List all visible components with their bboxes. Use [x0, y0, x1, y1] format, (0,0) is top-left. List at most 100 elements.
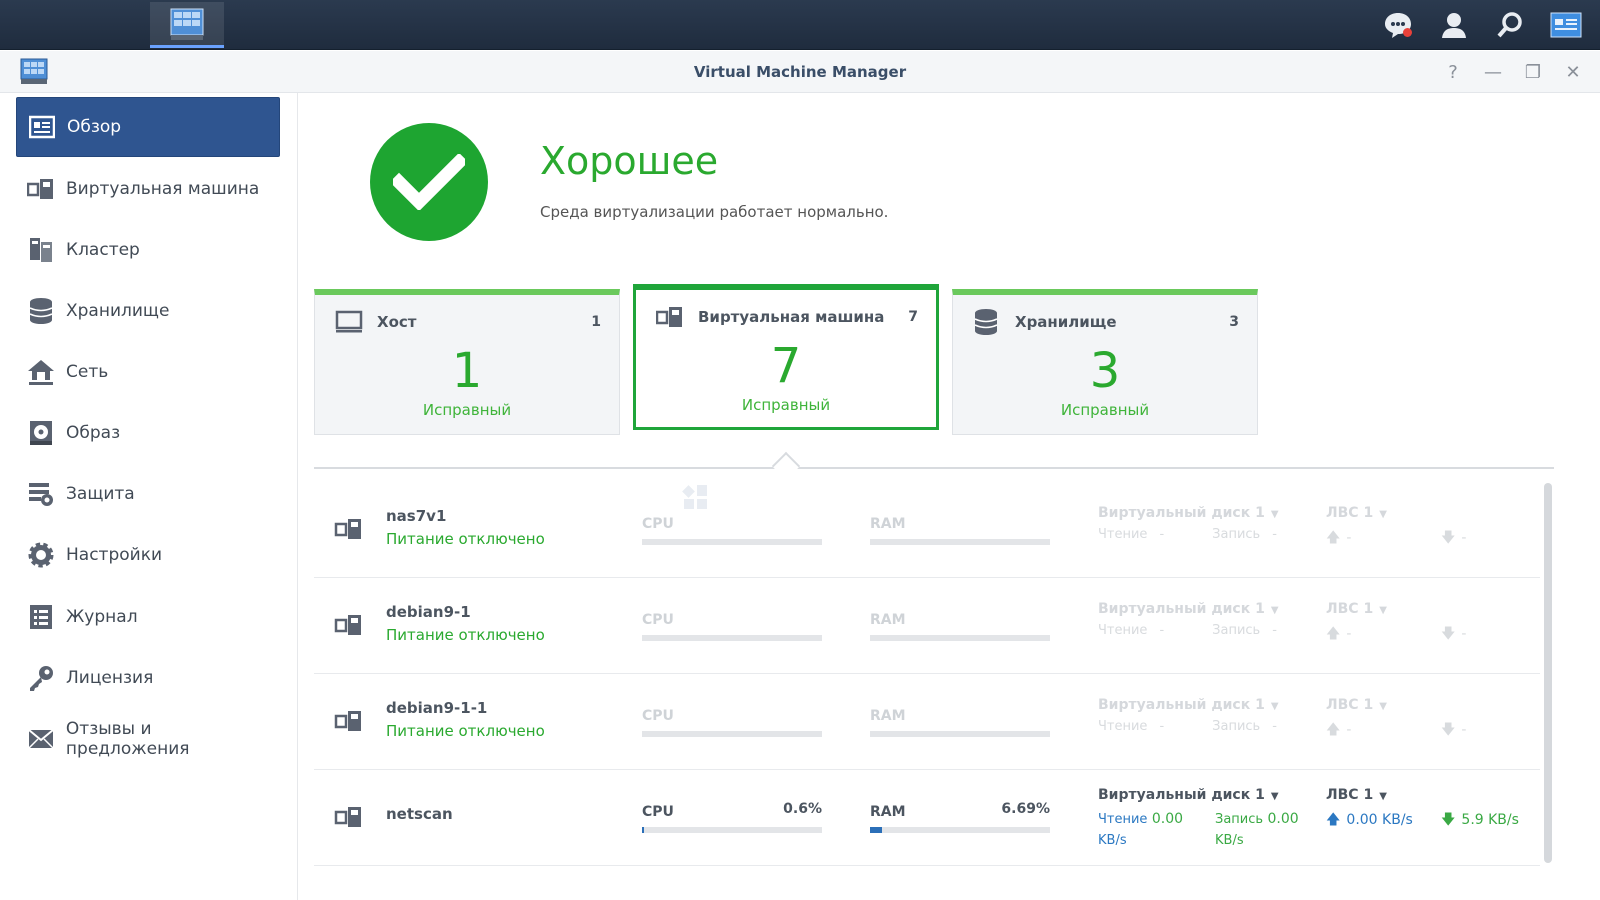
upload-rate: 🡅 - [1326, 623, 1441, 647]
sidebar-item-overview[interactable]: Обзор [16, 97, 280, 157]
chat-button[interactable] [1378, 5, 1418, 45]
ram-metric: RAM [870, 609, 1050, 641]
cpu-label: CPU [642, 804, 674, 820]
cpu-bar [642, 731, 822, 737]
sidebar-item-protection[interactable]: Защита [16, 464, 280, 524]
write-value: - [1272, 623, 1277, 638]
vm-row[interactable]: netscan CPU 0.6% RAM 6.69% Виртуальный д… [314, 771, 1540, 866]
sidebar-item-label: Лицензия [66, 668, 154, 688]
status-ok-icon [370, 123, 488, 241]
sidebar-item-settings[interactable]: Настройки [16, 525, 280, 585]
vm-state: Питание отключено [386, 626, 545, 644]
lan-dropdown[interactable]: ЛВС 1 ▼ [1326, 505, 1540, 521]
vm-icon [334, 517, 364, 545]
ram-label: RAM [870, 804, 906, 820]
card-label: Хост [377, 313, 417, 331]
upload-arrow-icon: 🡅 [1326, 626, 1341, 642]
storage-icon [26, 296, 56, 326]
user-button[interactable] [1434, 5, 1474, 45]
cpu-bar [642, 635, 822, 641]
lan-dropdown[interactable]: ЛВС 1 ▼ [1326, 601, 1540, 617]
write-label: Запись [1215, 812, 1264, 827]
sidebar-item-vm[interactable]: Виртуальная машина [16, 159, 280, 219]
sidebar-item-image[interactable]: Образ [16, 403, 280, 463]
net-metric: ЛВС 1 ▼ 🡅 - 🡇 - [1326, 697, 1540, 743]
summary-card-storage[interactable]: Хранилище 3 3 Исправный [952, 289, 1258, 435]
vm-name: netscan [386, 805, 453, 823]
disk-metric: Виртуальный диск 1 ▼ Чтение 0.00 KB/s Запи… [1098, 787, 1318, 851]
vm-state: Питание отключено [386, 530, 545, 548]
net-metric: ЛВС 1 ▼ 🡅 0.00 KB/s 🡇 5.9 KB/s [1326, 787, 1540, 833]
chevron-down-icon: ▼ [1379, 605, 1387, 616]
sidebar-item-storage[interactable]: Хранилище [16, 281, 280, 341]
chevron-down-icon: ▼ [1379, 509, 1387, 520]
maximize-icon[interactable]: ❐ [1522, 62, 1544, 83]
upload-rate: 🡅 - [1326, 527, 1441, 551]
host-icon [335, 309, 365, 335]
window-titlebar: Virtual Machine Manager ? — ❐ ✕ [0, 51, 1600, 93]
write-label: Запись [1212, 623, 1261, 638]
disk-dropdown[interactable]: Виртуальный диск 1 ▼ [1098, 697, 1318, 713]
image-icon [26, 418, 56, 448]
log-icon [26, 602, 56, 632]
minimize-icon[interactable]: — [1482, 62, 1504, 83]
ram-bar [870, 539, 1050, 545]
window-title: Virtual Machine Manager [693, 63, 907, 81]
cpu-metric: CPU [642, 609, 822, 641]
vmm-app-icon [170, 8, 204, 40]
cpu-metric: CPU 0.6% [642, 801, 822, 833]
download-rate: 🡇 - [1441, 719, 1466, 743]
status-title: Хорошее [540, 139, 719, 183]
read-label: Чтение [1098, 527, 1148, 542]
search-button[interactable] [1490, 5, 1530, 45]
net-metric: ЛВС 1 ▼ 🡅 - 🡇 - [1326, 505, 1540, 551]
cpu-label: CPU [642, 612, 674, 628]
taskbar [0, 0, 1600, 900]
card-count: 1 [591, 314, 601, 330]
list-scrollbar[interactable] [1544, 483, 1552, 863]
notification-dot [1403, 28, 1412, 37]
read-value: - [1159, 527, 1165, 542]
disk-dropdown[interactable]: Виртуальный диск 1 ▼ [1098, 505, 1318, 521]
sidebar-item-cluster[interactable]: Кластер [16, 220, 280, 280]
sidebar-item-label: Кластер [66, 240, 140, 260]
sidebar-item-network[interactable]: Сеть [16, 342, 280, 402]
vm-row[interactable]: debian9-1-1 Питание отключено CPU RAM Ви… [314, 675, 1540, 770]
upload-rate: 🡅 - [1326, 719, 1441, 743]
vm-icon [656, 304, 686, 330]
vm-row[interactable]: debian9-1 Питание отключено CPU RAM Вирт… [314, 579, 1540, 674]
read-label: Чтение [1098, 719, 1148, 734]
sidebar: Обзор Виртуальная машина Кластер Хранили… [0, 93, 298, 900]
sidebar-item-label: Настройки [66, 545, 163, 565]
ram-bar [870, 827, 1050, 833]
license-icon [26, 663, 56, 693]
lan-dropdown[interactable]: ЛВС 1 ▼ [1326, 697, 1540, 713]
feedback-icon [26, 724, 56, 754]
widgets-button[interactable] [1546, 5, 1586, 45]
ram-metric: RAM 6.69% [870, 801, 1050, 833]
vm-row[interactable]: nas7v1 Питание отключено CPU RAM Виртуал… [314, 483, 1540, 578]
disk-dropdown[interactable]: Виртуальный диск 1 ▼ [1098, 787, 1318, 803]
summary-card-vm[interactable]: Виртуальная машина 7 7 Исправный [633, 284, 939, 430]
ram-label: RAM [870, 708, 906, 724]
cpu-metric: CPU [642, 705, 822, 737]
vmm-app-button[interactable] [150, 2, 224, 48]
cpu-label: CPU [642, 516, 674, 532]
cpu-bar [642, 539, 822, 545]
sidebar-item-label: Виртуальная машина [66, 179, 260, 199]
disk-metric: Виртуальный диск 1 ▼ Чтение - Запись - [1098, 505, 1318, 542]
help-icon[interactable]: ? [1442, 62, 1464, 83]
card-status: Исправный [1060, 401, 1150, 419]
summary-card-host[interactable]: Хост 1 1 Исправный [314, 289, 620, 435]
sidebar-item-feedback[interactable]: Отзывы и предложения [16, 709, 280, 769]
cpu-label: CPU [642, 708, 674, 724]
close-icon[interactable]: ✕ [1562, 62, 1584, 83]
sidebar-item-log[interactable]: Журнал [16, 587, 280, 647]
ram-bar-fill [870, 827, 883, 833]
card-value: 3 [1089, 343, 1121, 399]
chevron-down-icon: ▼ [1270, 791, 1279, 802]
lan-dropdown[interactable]: ЛВС 1 ▼ [1326, 787, 1540, 803]
sidebar-item-license[interactable]: Лицензия [16, 648, 280, 708]
section-divider [314, 467, 1554, 469]
disk-dropdown[interactable]: Виртуальный диск 1 ▼ [1098, 601, 1318, 617]
